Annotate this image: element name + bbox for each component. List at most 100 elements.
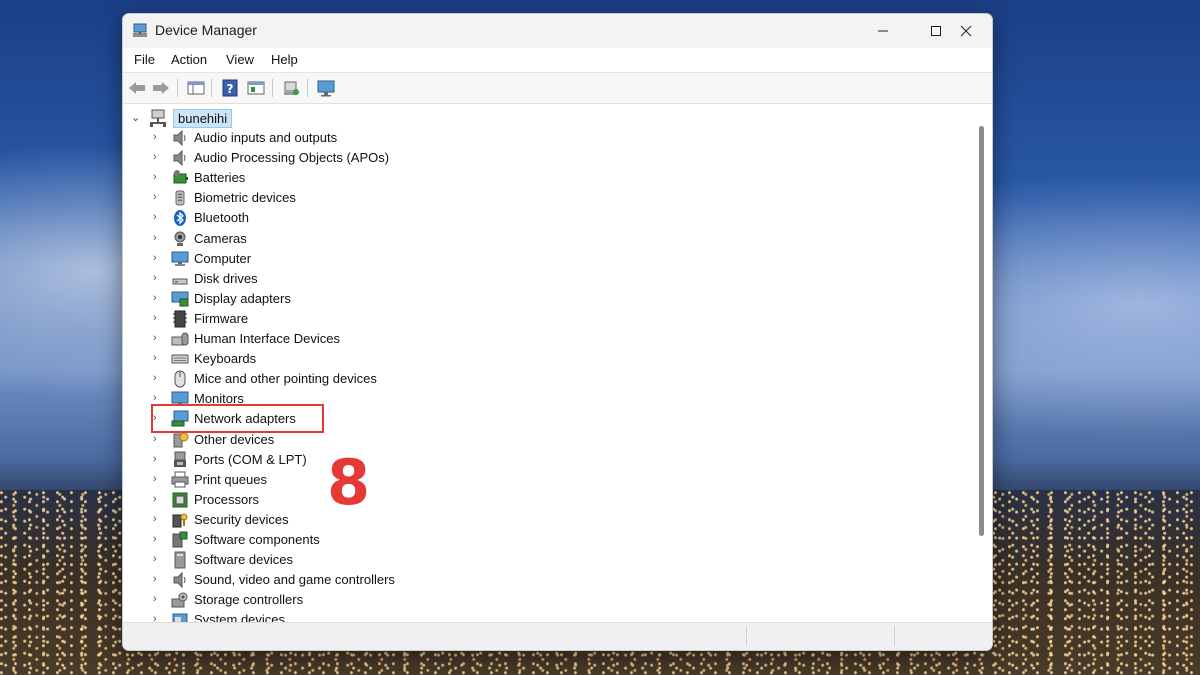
expand-chevron-icon[interactable]: › <box>153 131 157 143</box>
tree-item-system-devices[interactable]: › System devices <box>123 610 723 622</box>
tree-item-label: Security devices <box>194 511 289 527</box>
tree-item-software-components[interactable]: › Software components <box>123 530 723 550</box>
status-bar <box>123 622 992 650</box>
tree-item-label: Storage controllers <box>194 592 304 608</box>
scan-hardware-button[interactable] <box>281 78 301 98</box>
speaker-icon <box>173 149 186 167</box>
device-tree: ⌄ bunehihi › Audio inputs and outputs › Aud… <box>123 104 972 622</box>
battery-icon <box>173 170 188 184</box>
system-device-icon <box>172 613 188 622</box>
expand-chevron-icon[interactable]: › <box>153 553 157 565</box>
tree-item-human-interface-devices[interactable]: › Human Interface Devices <box>123 329 723 349</box>
expand-chevron-icon[interactable]: › <box>153 191 157 203</box>
close-button[interactable] <box>943 14 989 48</box>
expand-chevron-icon[interactable]: › <box>153 392 157 404</box>
back-button[interactable] <box>127 78 147 98</box>
printer-icon <box>171 471 189 488</box>
tree-item-ports-com-lpt[interactable]: › Ports (COM & LPT) <box>123 450 723 470</box>
tree-item-audio-processing-objects-apos[interactable]: › Audio Processing Objects (APOs) <box>123 148 723 168</box>
close-icon <box>960 25 972 37</box>
tree-item-print-queues[interactable]: › Print queues <box>123 470 723 490</box>
help-button[interactable]: ? <box>220 78 240 98</box>
tree-item-biometric-devices[interactable]: › Biometric devices <box>123 188 723 208</box>
software-device-icon <box>174 551 186 569</box>
expand-chevron-icon[interactable]: › <box>153 372 157 384</box>
tree-item-sound-video-and-game-controllers[interactable]: › Sound, video and game controllers <box>123 570 723 590</box>
tree-item-storage-controllers[interactable]: › Storage controllers <box>123 590 723 610</box>
expand-chevron-icon[interactable]: › <box>153 573 157 585</box>
expand-chevron-icon[interactable]: › <box>153 473 157 485</box>
computer-icon <box>171 251 189 266</box>
expand-chevron-icon[interactable]: › <box>153 232 157 244</box>
tree-item-firmware[interactable]: › Firmware <box>123 309 723 329</box>
tree-item-label: Other devices <box>194 431 275 447</box>
menu-help[interactable]: Help <box>271 52 298 67</box>
tree-item-label: Human Interface Devices <box>194 331 340 346</box>
expand-chevron-icon[interactable]: › <box>153 533 157 545</box>
hid-icon <box>171 332 189 346</box>
device-manager-app-icon <box>133 23 147 37</box>
status-divider <box>894 626 895 646</box>
device-manager-window: Device Manager File Action View Help ? ⌄… <box>122 13 993 651</box>
expand-chevron-icon[interactable]: › <box>153 171 157 183</box>
annotation-highlight-box <box>151 404 324 433</box>
biometric-icon <box>175 190 185 206</box>
expand-chevron-icon[interactable]: › <box>153 433 157 445</box>
expand-chevron-icon[interactable]: › <box>153 292 157 304</box>
tree-item-disk-drives[interactable]: › Disk drives <box>123 269 723 289</box>
storage-controller-icon <box>171 592 188 608</box>
expand-chevron-icon[interactable]: › <box>153 493 157 505</box>
expand-chevron-icon[interactable]: › <box>153 151 157 163</box>
minimize-icon <box>878 30 888 32</box>
minimize-button[interactable] <box>860 14 906 48</box>
tree-item-mice-and-other-pointing-devices[interactable]: › Mice and other pointing devices <box>123 369 723 389</box>
expand-chevron-icon[interactable]: › <box>153 312 157 324</box>
menu-file[interactable]: File <box>134 52 155 67</box>
tree-item-label: Firmware <box>194 310 249 326</box>
computer-network-icon <box>150 109 166 127</box>
expand-chevron-icon[interactable]: › <box>153 211 157 223</box>
annotation-step-number: 8 <box>327 446 371 519</box>
tree-item-keyboards[interactable]: › Keyboards <box>123 349 723 369</box>
svg-text:?: ? <box>227 82 234 96</box>
tree-item-audio-inputs-and-outputs[interactable]: › Audio inputs and outputs <box>123 128 723 148</box>
bluetooth-icon <box>174 210 186 227</box>
expand-chevron-icon[interactable]: › <box>153 272 157 284</box>
expand-chevron-icon[interactable]: › <box>153 613 157 622</box>
collapse-chevron-icon[interactable]: ⌄ <box>131 111 140 124</box>
tree-item-label: Display adapters <box>194 290 291 306</box>
forward-button[interactable] <box>151 78 171 98</box>
expand-chevron-icon[interactable]: › <box>153 593 157 605</box>
tree-item-label: Bluetooth <box>194 210 249 226</box>
menu-view[interactable]: View <box>226 52 254 67</box>
title-bar[interactable]: Device Manager <box>123 14 992 48</box>
expand-chevron-icon[interactable]: › <box>153 352 157 364</box>
tree-item-bluetooth[interactable]: › Bluetooth <box>123 208 723 228</box>
tree-item-processors[interactable]: › Processors <box>123 490 723 510</box>
tree-item-computer[interactable]: › Computer <box>123 249 723 269</box>
tree-item-label: Sound, video and game controllers <box>194 572 395 588</box>
expand-chevron-icon[interactable]: › <box>153 252 157 264</box>
expand-chevron-icon[interactable]: › <box>153 332 157 344</box>
mouse-icon <box>174 370 186 388</box>
show-hide-tree-button[interactable] <box>186 78 206 98</box>
vertical-scrollbar[interactable] <box>972 104 992 622</box>
speaker-icon <box>173 129 186 147</box>
expand-chevron-icon[interactable]: › <box>153 513 157 525</box>
expand-chevron-icon[interactable]: › <box>153 453 157 465</box>
back-arrow-icon <box>129 82 145 94</box>
monitor-button[interactable] <box>316 78 336 98</box>
root-computer-label: bunehihi <box>173 109 233 128</box>
tree-item-security-devices[interactable]: › Security devices <box>123 510 723 530</box>
tree-item-display-adapters[interactable]: › Display adapters <box>123 289 723 309</box>
menu-action[interactable]: Action <box>171 52 207 67</box>
tree-item-label: Audio inputs and outputs <box>194 130 338 145</box>
tree-item-label: Processors <box>194 491 260 507</box>
tree-item-cameras[interactable]: › Cameras <box>123 229 723 249</box>
properties-button[interactable] <box>246 78 266 98</box>
tree-item-batteries[interactable]: › Batteries <box>123 168 723 188</box>
tree-item-software-devices[interactable]: › Software devices <box>123 550 723 570</box>
scrollbar-thumb[interactable] <box>979 126 984 536</box>
tree-item-label: Audio Processing Objects (APOs) <box>194 150 390 166</box>
port-icon <box>174 451 186 467</box>
